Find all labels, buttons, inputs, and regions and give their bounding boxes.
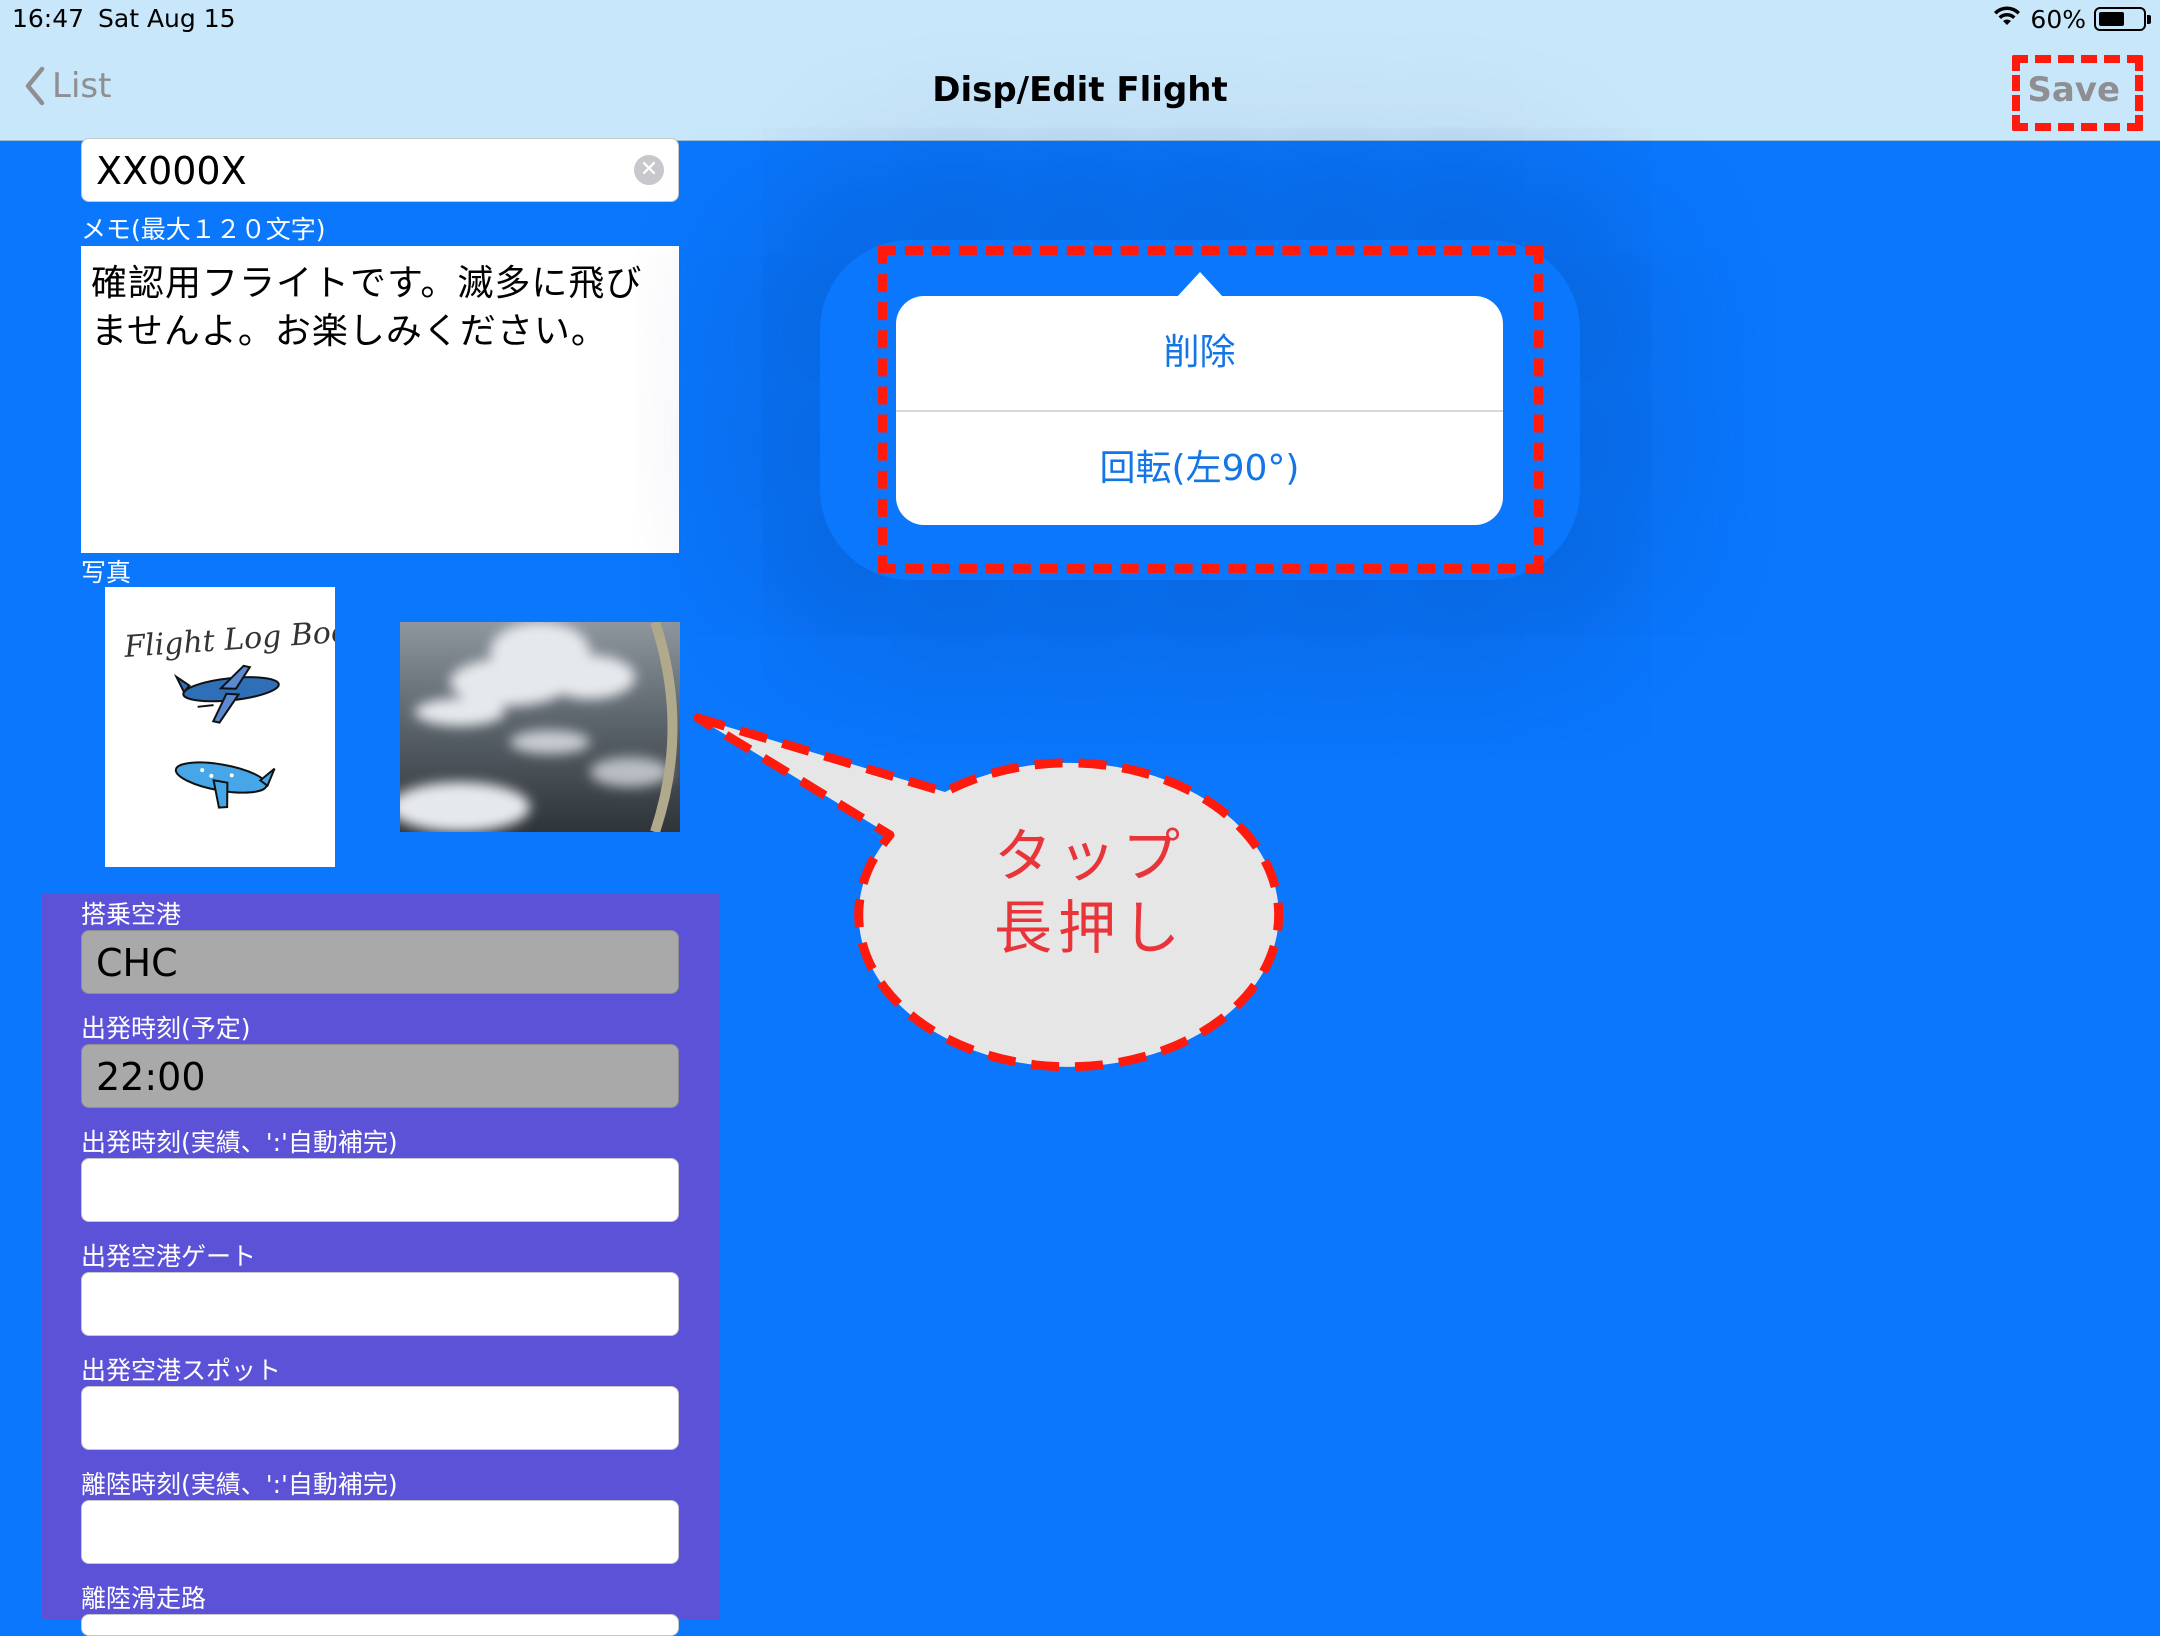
departure-gate-label: 出発空港ゲート [81, 1242, 257, 1271]
callout-text: タップ 長押し [940, 820, 1240, 964]
departure-scheduled-label: 出発時刻(予定) [81, 1014, 251, 1043]
boarding-airport-label: 搭乗空港 [81, 900, 182, 929]
boarding-airport-field: CHC [81, 930, 679, 994]
battery-level [2099, 12, 2124, 26]
status-time: 16:47 [12, 4, 85, 33]
takeoff-runway-field[interactable] [81, 1614, 679, 1636]
takeoff-actual-field[interactable] [81, 1500, 679, 1564]
photo-thumbnail-sky[interactable] [400, 622, 680, 832]
takeoff-actual-label: 離陸時刻(実績、':'自動補完) [81, 1470, 398, 1499]
departure-actual-label: 出発時刻(実績、':'自動補完) [81, 1128, 398, 1157]
memo-label: メモ(最大１２０文字) [81, 215, 326, 244]
battery-icon [2094, 7, 2151, 31]
wifi-icon [1992, 4, 2022, 34]
flight-number-field[interactable]: XX000X ✕ [81, 138, 679, 202]
memo-textarea[interactable]: 確認用フライトです。滅多に飛び ませんよ。お楽しみください。 [81, 246, 679, 553]
departure-actual-field[interactable] [81, 1158, 679, 1222]
sky-photo [400, 622, 680, 832]
takeoff-runway-label: 離陸滑走路 [81, 1584, 207, 1613]
handwriting-text: Flight Log Book [122, 613, 335, 665]
clear-text-icon[interactable]: ✕ [634, 155, 664, 185]
callout-line: タップ [993, 822, 1186, 890]
navigation-bar: 16:47 Sat Aug 15 60% List Disp/Edit Flig… [0, 0, 2160, 141]
departure-scheduled-field: 22:00 [81, 1044, 679, 1108]
page-title: Disp/Edit Flight [932, 70, 1228, 110]
flight-number-value: XX000X [96, 149, 247, 193]
departure-scheduled-value: 22:00 [96, 1055, 206, 1099]
menu-highlight [878, 246, 1543, 573]
departure-spot-label: 出発空港スポット [81, 1356, 282, 1385]
sketch-drawing: Flight Log Book [122, 613, 368, 809]
callout-line: 長押し [993, 894, 1186, 962]
departure-gate-field[interactable] [81, 1272, 679, 1336]
save-button-highlight [2012, 55, 2143, 131]
status-indicators: 60% [1992, 4, 2151, 34]
photo-label: 写真 [81, 558, 132, 587]
boarding-airport-value: CHC [96, 941, 178, 985]
departure-spot-field[interactable] [81, 1386, 679, 1450]
memo-line: ませんよ。お楽しみください。 [91, 311, 608, 352]
photo-thumbnail-sketch[interactable]: Flight Log Book [105, 587, 368, 867]
status-date: Sat Aug 15 [98, 4, 236, 33]
memo-line: 確認用フライトです。滅多に飛び [91, 263, 643, 304]
battery-percentage: 60% [2030, 4, 2086, 34]
